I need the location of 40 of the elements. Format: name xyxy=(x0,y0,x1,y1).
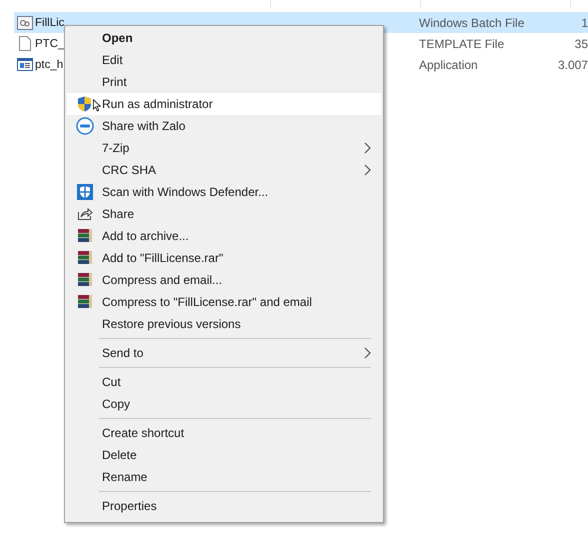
menu-item[interactable]: Copy xyxy=(67,393,381,415)
menu-item[interactable]: Cut xyxy=(67,371,381,393)
file-type: TEMPLATE File xyxy=(419,36,506,50)
file-type: Windows Batch File xyxy=(419,16,526,30)
menu-item[interactable]: Edit xyxy=(67,49,381,71)
menu-item[interactable]: Add to "FillLicense.rar" xyxy=(67,247,381,269)
books-icon xyxy=(76,294,92,310)
books-icon xyxy=(76,228,92,244)
shield-icon xyxy=(77,96,92,112)
menu-item[interactable]: Run as administrator xyxy=(67,93,381,115)
menu-item[interactable]: Compress to "FillLicense.rar" and email xyxy=(67,291,381,313)
books-icon xyxy=(76,250,92,266)
menu-item[interactable]: Share xyxy=(67,203,381,225)
menu-item[interactable]: Add to archive... xyxy=(67,225,381,247)
books-icon xyxy=(76,272,92,288)
menu-item[interactable]: Compress and email... xyxy=(67,269,381,291)
document-icon xyxy=(18,36,30,51)
menu-item[interactable]: Send to xyxy=(67,342,381,364)
file-size: 1 xyxy=(580,16,588,30)
menu-item[interactable]: 7-Zip xyxy=(67,137,381,159)
file-type: Application xyxy=(419,58,479,72)
menu-item[interactable]: Create shortcut xyxy=(67,422,381,444)
menu-item[interactable]: Open xyxy=(67,27,381,49)
menu-item[interactable]: Print xyxy=(67,71,381,93)
file-size: 3.007 xyxy=(556,58,588,72)
chevron-right-icon xyxy=(364,164,371,176)
menu-item[interactable]: Scan with Windows Defender... xyxy=(67,181,381,203)
window-icon xyxy=(16,58,32,71)
file-size: 35 xyxy=(574,36,588,50)
chevron-right-icon xyxy=(364,347,371,359)
menu-item[interactable]: CRC SHA xyxy=(67,159,381,181)
menu-item[interactable]: Restore previous versions xyxy=(67,313,381,335)
chevron-right-icon xyxy=(364,142,371,154)
cursor-icon xyxy=(93,99,101,112)
menu-item[interactable]: Rename xyxy=(67,466,381,488)
menu-item[interactable]: Properties xyxy=(67,495,381,517)
shield-icon xyxy=(76,184,92,200)
menu-item[interactable]: Delete xyxy=(67,444,381,466)
share-icon xyxy=(76,207,92,221)
menu-item[interactable]: Share with Zalo xyxy=(67,115,381,137)
